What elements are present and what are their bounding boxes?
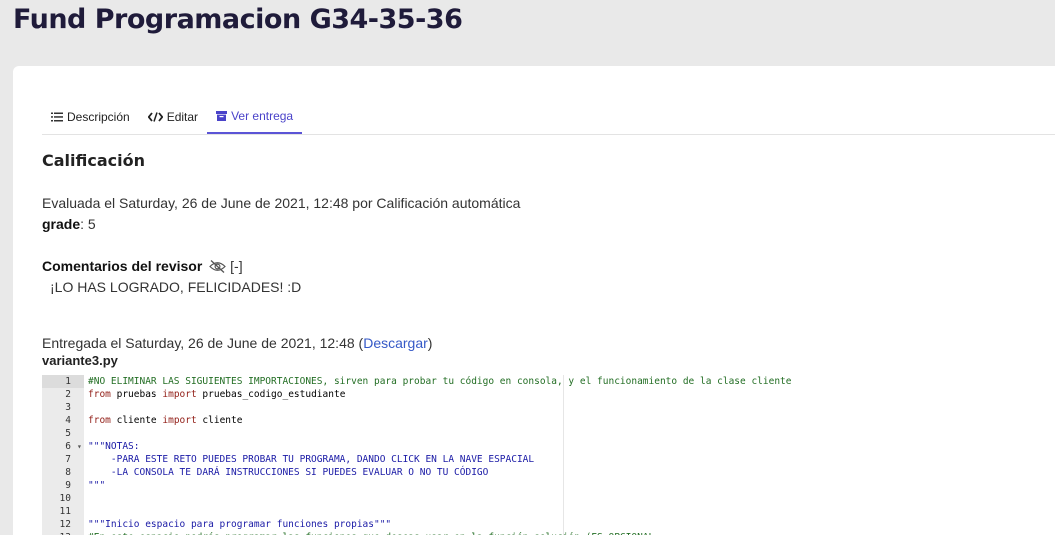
grading-title: Calificación: [42, 151, 145, 170]
code-text: #NO ELIMINAR LAS SIGUIENTES IMPORTACIONE…: [88, 375, 792, 388]
code-token: -PARA ESTE RETO PUEDES PROBAR TU PROGRAM…: [88, 454, 535, 465]
code-text: from pruebas import pruebas_codigo_estud…: [88, 388, 345, 401]
code-line: 9 """: [42, 479, 1055, 492]
line-number: 3: [65, 402, 71, 413]
code-token: from: [88, 389, 111, 400]
line-number: 5: [65, 428, 71, 439]
tab-label: Descripción: [67, 109, 130, 124]
line-number: 13: [42, 531, 84, 535]
code-line: 5: [42, 427, 1055, 440]
code-text: -LA CONSOLA TE DARÁ INSTRUCCIONES SI PUE…: [88, 466, 489, 479]
code-text: -PARA ESTE RETO PUEDES PROBAR TU PROGRAM…: [88, 453, 534, 466]
code-line: 2 from pruebas import pruebas_codigo_estu…: [42, 388, 1055, 401]
download-link[interactable]: Descargar: [363, 335, 428, 351]
code-text: #En este espacio podrás programar las fu…: [88, 531, 654, 535]
code-text: """NOTAS:: [88, 440, 139, 453]
archive-icon: [216, 110, 228, 121]
tab-descripcion[interactable]: Descripción: [42, 99, 139, 134]
code-line: 3: [42, 401, 1055, 414]
submission-date: Entregada el Saturday, 26 de June de 202…: [42, 335, 364, 351]
line-number: 9: [65, 480, 71, 491]
tab-bar: Descripción Editar Ver entrega: [42, 99, 1055, 135]
list-icon: [51, 112, 63, 122]
code-token: """NOTAS:: [88, 441, 140, 452]
code-token: cliente: [196, 415, 243, 426]
fold-toggle-icon[interactable]: ▾: [77, 440, 82, 453]
line-number: 11: [59, 506, 71, 517]
line-number: 12: [59, 519, 71, 530]
main-card: Descripción Editar Ver entrega Calificac…: [13, 66, 1055, 535]
comments-label: Comentarios del revisor: [42, 258, 203, 274]
evaluation-info: Evaluada el Saturday, 26 de June de 2021…: [42, 195, 521, 211]
code-token: import: [162, 389, 197, 400]
page-title: Fund Programacion G34-35-36: [13, 4, 463, 35]
toggle-comments[interactable]: [-]: [230, 258, 242, 274]
reviewer-comment: ¡LO HAS LOGRADO, FELICIDADES! :D: [50, 279, 302, 295]
tab-label: Ver entrega: [231, 108, 294, 123]
line-number: 10: [59, 493, 71, 504]
code-editor[interactable]: 1 #NO ELIMINAR LAS SIGUIENTES IMPORTACION…: [42, 375, 1055, 535]
code-token: import: [162, 415, 197, 426]
code-text: """Inicio espacio para programar funcion…: [88, 518, 391, 531]
line-number: 2: [65, 389, 71, 400]
code-line: 12 """Inicio espacio para programar funci…: [42, 518, 1055, 531]
line-number: 1: [42, 375, 84, 388]
grade-value: : 5: [80, 216, 96, 232]
code-token: cliente: [110, 415, 163, 426]
code-token: from: [88, 415, 111, 426]
code-line: 10: [42, 492, 1055, 505]
grade-line: grade: 5: [42, 216, 96, 232]
line-number: 8: [65, 467, 71, 478]
code-token: #NO ELIMINAR LAS SIGUIENTES IMPORTACIONE…: [88, 376, 792, 387]
code-token: """: [88, 480, 106, 491]
code-line: 11: [42, 505, 1055, 518]
tab-ver-entrega[interactable]: Ver entrega: [207, 99, 303, 134]
code-token: pruebas: [110, 389, 163, 400]
tab-editar[interactable]: Editar: [139, 99, 207, 134]
line-number: 7: [65, 454, 71, 465]
code-line: 6 ▾ """NOTAS:: [42, 440, 1055, 453]
code-line: 1 #NO ELIMINAR LAS SIGUIENTES IMPORTACION…: [42, 375, 1055, 388]
code-line: 8 -LA CONSOLA TE DARÁ INSTRUCCIONES SI P…: [42, 466, 1055, 479]
grade-label: grade: [42, 216, 81, 232]
code-token: -LA CONSOLA TE DARÁ INSTRUCCIONES SI PUE…: [88, 467, 489, 478]
tab-label: Editar: [166, 109, 199, 124]
eye-slash-icon[interactable]: [209, 260, 227, 276]
line-number: 4: [65, 415, 71, 426]
file-name: variante3.py: [42, 353, 118, 368]
submission-suffix: ): [427, 335, 433, 351]
code-token: pruebas_codigo_estudiante: [196, 389, 346, 400]
submission-info: Entregada el Saturday, 26 de June de 202…: [42, 335, 432, 351]
code-line: 7 -PARA ESTE RETO PUEDES PROBAR TU PROGR…: [42, 453, 1055, 466]
code-text: from cliente import cliente: [88, 414, 242, 427]
code-text: """: [88, 479, 105, 492]
code-line: 13 #En este espacio podrás programar las …: [42, 531, 1055, 535]
code-line: 4 from cliente import cliente: [42, 414, 1055, 427]
code-token: """Inicio espacio para programar funcion…: [88, 519, 392, 530]
code-icon: [147, 111, 163, 122]
reviewer-comments-header: Comentarios del revisor [-]: [42, 258, 243, 276]
